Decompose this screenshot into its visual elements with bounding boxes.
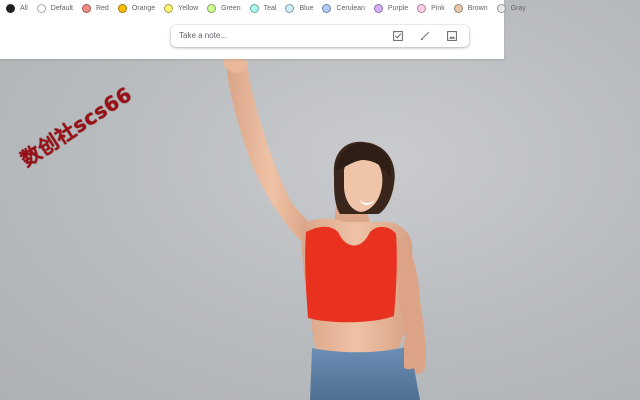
filter-label: Pink [431,5,445,12]
filter-blue[interactable]: Blue [285,4,313,13]
color-dot-icon [285,4,295,13]
checkbox-icon[interactable] [392,30,404,42]
notes-panel: All Default Red Orange Yellow Green Teal [0,0,526,59]
color-dot-icon [164,4,174,13]
color-dot-icon [496,4,506,13]
filter-label: Blue [299,5,314,12]
filter-label: Cerulean [336,5,365,12]
filter-red[interactable]: Red [81,4,109,13]
color-dot-icon [322,4,332,13]
filter-label: Orange [131,5,156,12]
color-dot-icon [81,4,91,13]
filter-label: Purple [387,5,409,12]
color-filter-bar: All Default Red Orange Yellow Green Teal [6,2,535,15]
color-dot-icon [249,4,259,13]
color-dot-icon [417,4,427,13]
filter-green[interactable]: Green [207,4,241,13]
filter-label: Default [50,5,73,12]
filter-teal[interactable]: Teal [249,4,277,13]
filter-label: Yellow [178,5,199,12]
filter-label: Red [95,5,109,12]
brush-icon[interactable] [419,30,431,42]
color-dot-icon [207,4,217,13]
filter-all[interactable]: All [6,4,28,13]
color-dot-icon [117,4,127,13]
filter-yellow[interactable]: Yellow [164,4,198,13]
filter-label: All [20,5,28,12]
filter-label: Brown [467,5,488,12]
color-dot-icon [453,4,463,13]
take-note-bar[interactable]: Take a note... [171,25,469,47]
filter-label: Green [221,5,241,12]
filter-purple[interactable]: Purple [373,4,409,13]
color-dot-icon [6,4,15,13]
filter-label: Gray [510,5,526,12]
woman-photo [223,54,426,400]
filter-gray[interactable]: Gray [496,4,526,13]
filter-brown[interactable]: Brown [453,4,488,13]
filter-cerulean[interactable]: Cerulean [322,4,365,13]
image-icon[interactable] [446,30,458,42]
filter-pink[interactable]: Pink [417,4,445,13]
filter-label: Teal [263,5,277,12]
color-dot-icon [373,4,383,13]
filter-orange[interactable]: Orange [117,4,156,13]
filter-default[interactable]: Default [36,4,73,13]
color-dot-icon [36,4,46,13]
take-note-input[interactable]: Take a note... [179,31,227,40]
